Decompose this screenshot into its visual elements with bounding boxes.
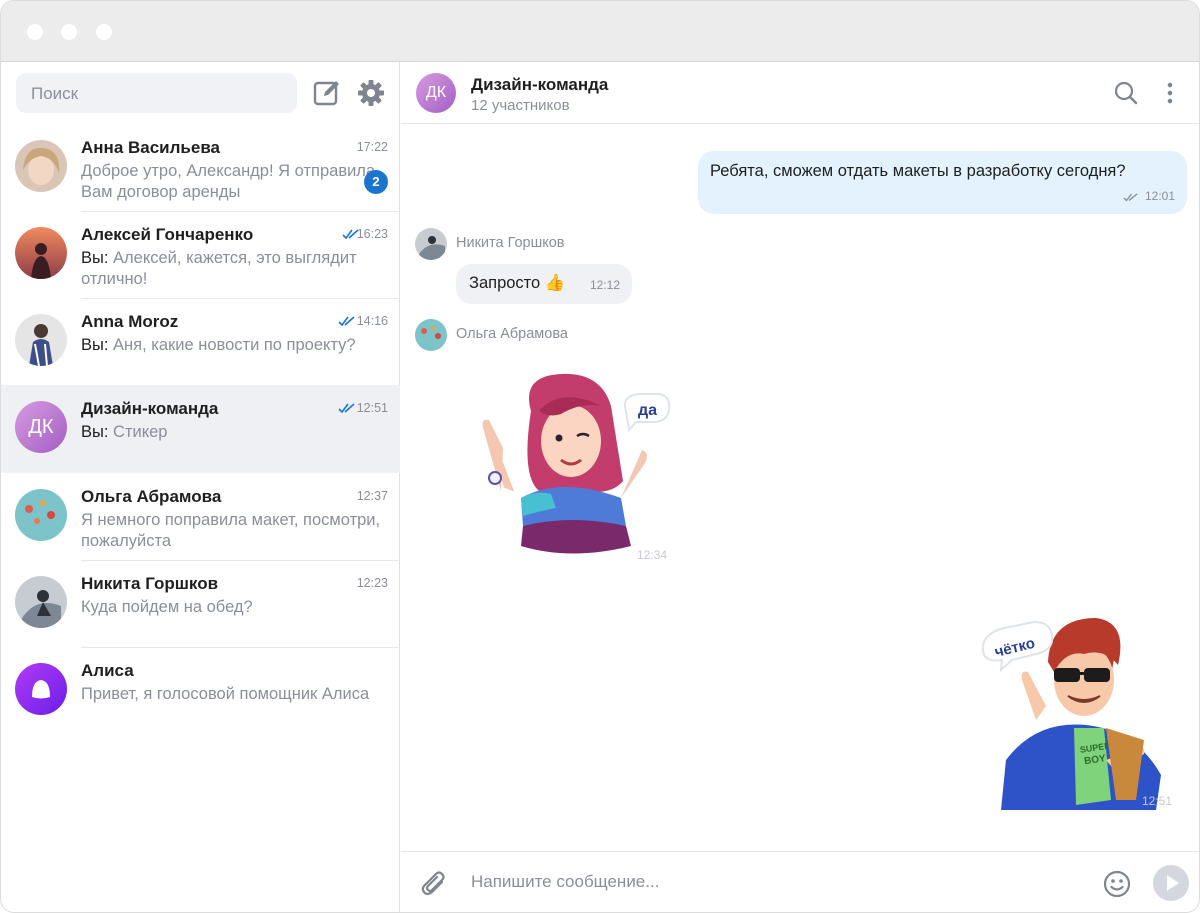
preview-text: Стикер: [108, 423, 168, 441]
chat-time: 12:23: [356, 576, 388, 590]
chat-name: Алексей Гончаренко: [81, 225, 254, 244]
message-text: Ребята, сможем отдать макеты в разработк…: [710, 162, 1126, 180]
chat-name: Ольга Абрамова: [81, 487, 222, 506]
chat-name: Анна Васильева: [81, 138, 221, 157]
chat-item-design-team[interactable]: ДК Дизайн-команда 12:51 Вы: Стикер: [1, 385, 400, 473]
incoming-message[interactable]: Запросто 👍 12:12: [456, 264, 632, 304]
chat-preview: Вы: Стикер: [81, 422, 381, 443]
attach-paperclip-icon[interactable]: [421, 870, 447, 898]
sticker-boy-sunglasses[interactable]: SUPER BOY чётко: [976, 610, 1171, 810]
chat-preview: Доброе утро, Александр! Я отправила Вам …: [81, 162, 376, 201]
chat-item-olga-abramova[interactable]: Ольга Абрамова 12:37 Я немного поправила…: [1, 473, 400, 561]
read-checkmarks-icon: [338, 403, 355, 414]
message-composer: Напишите сообщение...: [401, 851, 1199, 912]
chat-name: Дизайн-команда: [81, 399, 219, 418]
search-icon[interactable]: [1113, 80, 1139, 106]
unread-badge: 2: [364, 170, 388, 194]
window-minimize-dot[interactable]: [61, 24, 77, 40]
avatar: [15, 140, 67, 192]
message-input[interactable]: Напишите сообщение...: [471, 872, 659, 892]
group-avatar[interactable]: ДК: [416, 73, 456, 113]
sidebar: Поиск Анна Васильева 17:22 Доброе утро, …: [1, 62, 400, 912]
sender-avatar[interactable]: [415, 228, 447, 260]
message-text: Запросто 👍: [469, 274, 566, 292]
chat-member-count: 12 участников: [471, 97, 570, 114]
chat-time: 17:22: [356, 140, 388, 154]
chat-item-nikita-gorshkov[interactable]: Никита Горшков 12:23 Куда пойдем на обед…: [1, 560, 400, 648]
chat-time: 12:51: [356, 401, 388, 415]
sender-name: Никита Горшков: [456, 235, 565, 251]
chat-name: Алиса: [81, 661, 134, 680]
chat-item-anna-vasilyeva[interactable]: Анна Васильева 17:22 Доброе утро, Алекса…: [1, 124, 400, 212]
chat-preview: Вы: Алексей, кажется, это выглядит отлич…: [81, 248, 381, 290]
avatar: [15, 576, 67, 628]
preview-text: Аня, какие новости по проекту?: [108, 336, 356, 354]
sticker-caption: да: [638, 402, 657, 419]
search-placeholder: Поиск: [31, 84, 79, 103]
conversation-panel: ДК Дизайн-команда 12 участников Ребята, …: [401, 62, 1199, 912]
read-checkmarks-icon: [1123, 193, 1138, 202]
chat-preview: Вы: Аня, какие новости по проекту?: [81, 335, 381, 356]
sticker-girl-thumbs-up[interactable]: да: [461, 366, 676, 566]
avatar: [15, 227, 67, 279]
title-bar: [1, 1, 1199, 62]
chat-time: 12:37: [356, 489, 388, 503]
chat-item-anna-moroz[interactable]: Anna Moroz 14:16 Вы: Аня, какие новости …: [1, 298, 400, 386]
avatar: ДК: [15, 401, 67, 453]
avatar: [15, 314, 67, 366]
chat-preview: Куда пойдем на обед?: [81, 598, 253, 616]
chat-preview: Привет, я голосовой помощник Алиса: [81, 685, 370, 703]
alisa-logo-avatar: [15, 663, 67, 715]
compose-icon[interactable]: [312, 78, 342, 108]
chat-header: ДК Дизайн-команда 12 участников: [401, 62, 1199, 124]
chat-item-aleksey-goncharenko[interactable]: Алексей Гончаренко 16:23 Вы: Алексей, ка…: [1, 211, 400, 299]
you-prefix: Вы:: [81, 423, 109, 441]
search-input[interactable]: Поиск: [16, 73, 297, 113]
chat-name: Никита Горшков: [81, 574, 219, 593]
chat-time: 16:23: [356, 227, 388, 241]
chat-name: Anna Moroz: [81, 312, 179, 331]
read-checkmarks-icon: [338, 316, 355, 327]
message-time: 12:01: [1144, 189, 1175, 203]
sender-avatar[interactable]: [415, 319, 447, 351]
outgoing-message[interactable]: Ребята, сможем отдать макеты в разработк…: [698, 151, 1187, 214]
emoji-icon[interactable]: [1103, 870, 1131, 898]
you-prefix: Вы:: [81, 249, 109, 267]
sticker-time: 12:34: [637, 548, 668, 562]
chat-title[interactable]: Дизайн-команда: [471, 75, 608, 95]
messenger-window: Поиск Анна Васильева 17:22 Доброе утро, …: [0, 0, 1200, 913]
sticker-time: 12:51: [1142, 794, 1173, 808]
preview-text: Алексей, кажется, это выглядит отлично!: [81, 249, 357, 288]
window-close-dot[interactable]: [27, 24, 43, 40]
you-prefix: Вы:: [81, 336, 109, 354]
window-zoom-dot[interactable]: [96, 24, 112, 40]
settings-gear-icon[interactable]: [356, 78, 386, 108]
send-button[interactable]: [1152, 864, 1190, 902]
sender-name: Ольга Абрамова: [456, 326, 568, 342]
more-menu-icon[interactable]: [1165, 81, 1175, 105]
chat-time: 14:16: [356, 314, 388, 328]
message-time: 12:12: [589, 278, 620, 292]
avatar: [15, 489, 67, 541]
chat-item-alisa[interactable]: Алиса Привет, я голосовой помощник Алиса: [1, 647, 400, 735]
chat-preview: Я немного поправила макет, посмотри, пож…: [81, 511, 381, 550]
